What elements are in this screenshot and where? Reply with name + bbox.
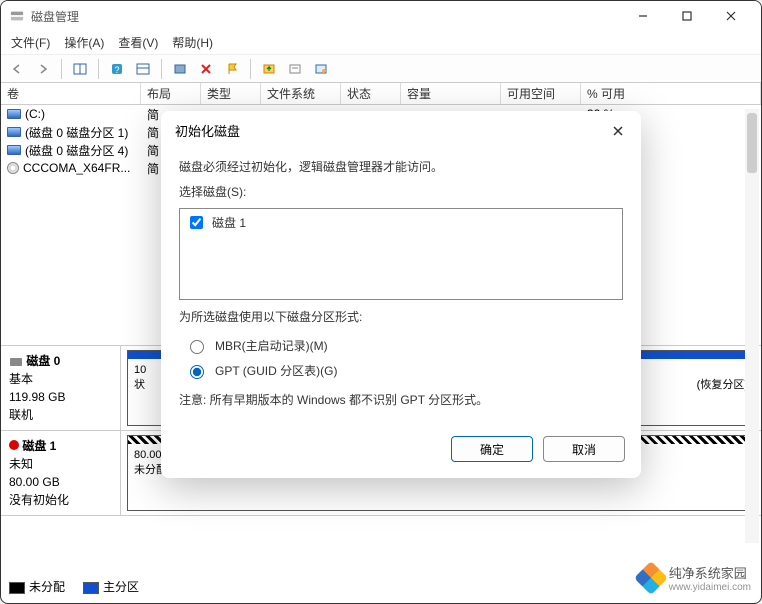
refresh-icon[interactable] (170, 59, 190, 79)
dialog-title: 初始化磁盘 (175, 121, 240, 140)
menu-file[interactable]: 文件(F) (11, 34, 50, 51)
gpt-radio[interactable] (190, 365, 204, 379)
dialog-close-button[interactable] (609, 122, 627, 140)
col-filesystem[interactable]: 文件系统 (261, 83, 341, 104)
menu-view[interactable]: 查看(V) (118, 34, 158, 51)
minimize-button[interactable] (621, 1, 665, 31)
dialog-note: 注意: 所有早期版本的 Windows 都不识别 GPT 分区形式。 (179, 391, 623, 408)
disk-info: 119.98 GB (9, 388, 112, 406)
volume-icon (7, 109, 21, 119)
svg-text:?: ? (114, 65, 119, 75)
cd-icon (7, 162, 19, 174)
cancel-button[interactable]: 取消 (543, 436, 625, 462)
disk-label[interactable]: 磁盘 0 基本 119.98 GB 联机 (1, 346, 121, 430)
cell-volume: CCCOMA_X64FR... (23, 161, 130, 175)
cell-volume: (磁盘 0 磁盘分区 4) (25, 142, 128, 159)
col-volume[interactable]: 卷 (1, 83, 141, 104)
disk-name: 磁盘 0 (26, 354, 60, 368)
flag-icon[interactable] (222, 59, 242, 79)
partition-style-radio-group: MBR(主启动记录)(M) GPT (GUID 分区表)(G) (185, 333, 623, 383)
back-icon[interactable] (7, 59, 27, 79)
toolbar: ? (1, 55, 761, 83)
vertical-scrollbar[interactable] (745, 109, 759, 543)
disk-checkbox[interactable] (190, 216, 203, 229)
dialog-style-label: 为所选磁盘使用以下磁盘分区形式: (179, 308, 623, 325)
col-percentfree[interactable]: % 可用 (581, 83, 761, 104)
watermark-name: 纯净系统家园 (669, 563, 751, 582)
status-dot-icon (9, 440, 19, 450)
col-status[interactable]: 状态 (341, 83, 401, 104)
disk-management-window: 磁盘管理 文件(F) 操作(A) 查看(V) 帮助(H) ? 卷 布局 类 (0, 0, 762, 604)
mbr-radio-option[interactable]: MBR(主启动记录)(M) (185, 333, 623, 358)
cell-volume: (C:) (25, 107, 45, 121)
disk-info: 80.00 GB (9, 473, 112, 491)
volume-icon (7, 127, 21, 137)
close-button[interactable] (709, 1, 753, 31)
toolbar-extra3-icon[interactable] (311, 59, 331, 79)
delete-icon[interactable] (196, 59, 216, 79)
mbr-label: MBR(主启动记录)(M) (215, 337, 328, 354)
gpt-radio-option[interactable]: GPT (GUID 分区表)(G) (185, 358, 623, 383)
menubar: 文件(F) 操作(A) 查看(V) 帮助(H) (1, 31, 761, 55)
toolbar-panes-icon[interactable] (70, 59, 90, 79)
legend-swatch-unallocated (9, 582, 25, 594)
toolbar-extra2-icon[interactable] (285, 59, 305, 79)
col-capacity[interactable]: 容量 (401, 83, 501, 104)
legend-label: 主分区 (103, 580, 139, 594)
volume-list-header: 卷 布局 类型 文件系统 状态 容量 可用空间 % 可用 (1, 83, 761, 105)
watermark-url: www.yidaimei.com (669, 582, 751, 593)
col-type[interactable]: 类型 (201, 83, 261, 104)
window-title: 磁盘管理 (31, 8, 621, 25)
help-icon[interactable]: ? (107, 59, 127, 79)
disk-checkbox-item[interactable]: 磁盘 1 (186, 213, 616, 232)
menu-action[interactable]: 操作(A) (64, 34, 104, 51)
cell-volume: (磁盘 0 磁盘分区 1) (25, 124, 128, 141)
legend-swatch-primary (83, 582, 99, 594)
toolbar-view-icon[interactable] (133, 59, 153, 79)
watermark-logo-icon (634, 561, 668, 595)
legend: 未分配 主分区 (9, 576, 139, 597)
watermark: 纯净系统家园 www.yidaimei.com (639, 563, 751, 593)
disk-info: 基本 (9, 370, 112, 388)
disk-info: 没有初始化 (9, 491, 112, 509)
disk-info: 联机 (9, 406, 112, 424)
dialog-intro: 磁盘必须经过初始化，逻辑磁盘管理器才能访问。 (179, 158, 623, 175)
menu-help[interactable]: 帮助(H) (172, 34, 213, 51)
col-layout[interactable]: 布局 (141, 83, 201, 104)
volume-icon (7, 145, 21, 155)
gpt-label: GPT (GUID 分区表)(G) (215, 362, 337, 379)
maximize-button[interactable] (665, 1, 709, 31)
toolbar-extra1-icon[interactable] (259, 59, 279, 79)
dialog-select-label: 选择磁盘(S): (179, 183, 623, 200)
titlebar: 磁盘管理 (1, 1, 761, 31)
disk-select-list[interactable]: 磁盘 1 (179, 208, 623, 300)
disk-name: 磁盘 1 (22, 439, 56, 453)
ok-button[interactable]: 确定 (451, 436, 533, 462)
app-icon (9, 8, 25, 24)
disk-label[interactable]: 磁盘 1 未知 80.00 GB 没有初始化 (1, 431, 121, 515)
col-freespace[interactable]: 可用空间 (501, 83, 581, 104)
disk-item-label: 磁盘 1 (212, 214, 246, 231)
window-controls (621, 1, 753, 31)
mbr-radio[interactable] (190, 340, 204, 354)
initialize-disk-dialog: 初始化磁盘 磁盘必须经过初始化，逻辑磁盘管理器才能访问。 选择磁盘(S): 磁盘… (161, 111, 641, 478)
forward-icon[interactable] (33, 59, 53, 79)
legend-label: 未分配 (29, 580, 65, 594)
disk-info: 未知 (9, 455, 112, 473)
